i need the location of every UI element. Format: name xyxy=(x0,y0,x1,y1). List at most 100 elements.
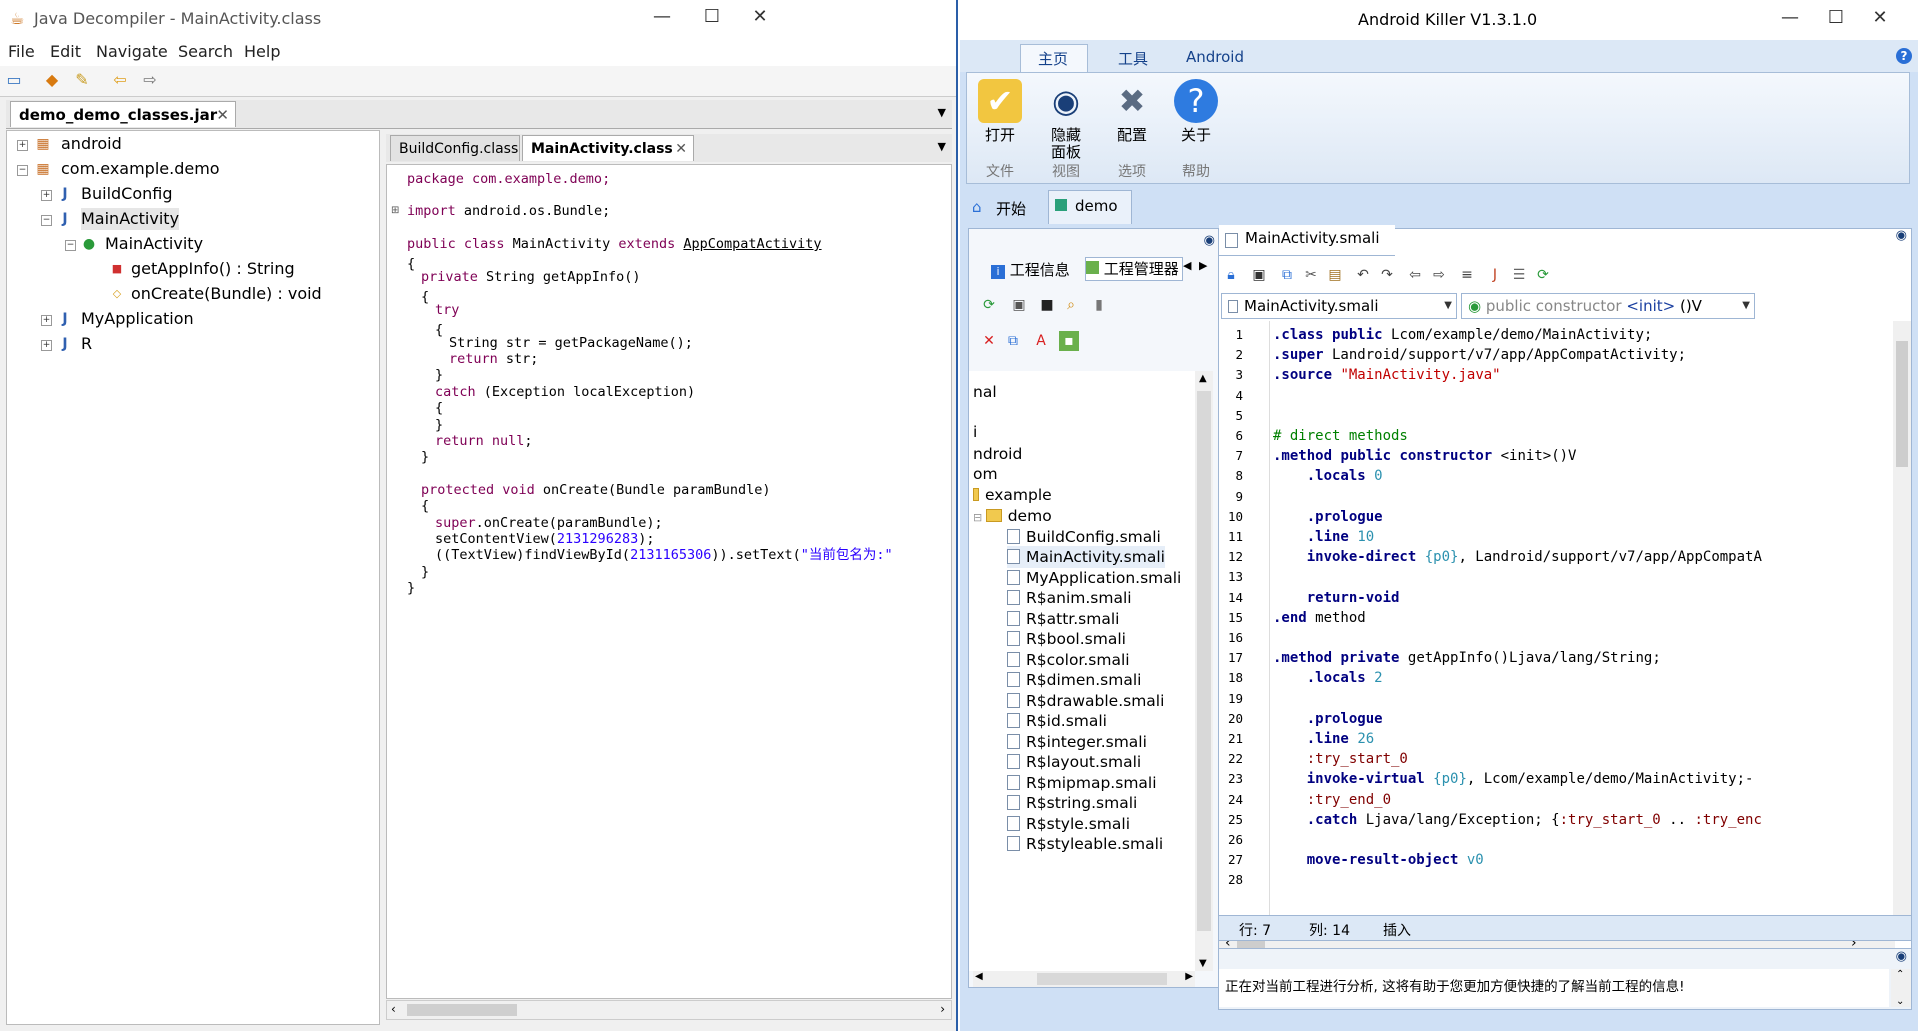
paste-icon[interactable]: ▤ xyxy=(1325,265,1345,285)
terminal-icon[interactable]: ■ xyxy=(1037,295,1057,315)
menu-search[interactable]: Search xyxy=(178,42,233,61)
expand-icon[interactable]: + xyxy=(41,190,52,201)
maximize-button[interactable]: ☐ xyxy=(692,6,732,27)
close-icon[interactable]: ✕ xyxy=(675,136,687,162)
tree-item[interactable]: ndroid xyxy=(973,443,1022,465)
class-combo[interactable]: MainActivity.smali ▼ xyxy=(1221,293,1457,319)
tree-node-package[interactable]: com.example.demo xyxy=(61,158,220,180)
tab-mainactivity[interactable]: MainActivity.class ✕ xyxy=(522,135,694,161)
text-file-icon[interactable]: A xyxy=(1031,331,1051,351)
scroll-down-icon[interactable]: ⌄ xyxy=(1896,996,1904,1007)
tree-file[interactable]: R$dimen.smali xyxy=(1007,669,1141,691)
scroll-thumb[interactable] xyxy=(1197,391,1211,931)
menu-edit[interactable]: Edit xyxy=(50,42,81,61)
android-build-icon[interactable]: ▪ xyxy=(1059,331,1079,351)
tree-file[interactable]: R$integer.smali xyxy=(1007,731,1147,753)
java-code-view[interactable]: package com.example.demo; ⊞ import andro… xyxy=(386,164,952,999)
tree-node-r[interactable]: R xyxy=(81,333,92,355)
expand-icon[interactable]: + xyxy=(17,140,28,151)
undo-icon[interactable]: ↶ xyxy=(1353,265,1373,285)
tree-file[interactable]: R$styleable.smali xyxy=(1007,833,1163,855)
forward-arrow-icon[interactable]: ⇨ xyxy=(1429,265,1449,285)
tree-file[interactable]: R$style.smali xyxy=(1007,813,1130,835)
tree-file[interactable]: R$attr.smali xyxy=(1007,608,1119,630)
scroll-thumb[interactable] xyxy=(1896,341,1908,467)
menu-navigate[interactable]: Navigate xyxy=(96,42,168,61)
vertical-scrollbar[interactable]: ⌃ ⌄ xyxy=(1891,969,1911,1007)
tree-file-selected[interactable]: MainActivity.smali xyxy=(1007,546,1165,568)
help-icon[interactable]: ? xyxy=(1896,48,1912,64)
editor-tab[interactable]: MainActivity.smali xyxy=(1219,225,1395,256)
project-info-tab[interactable]: i 工程信息 xyxy=(991,259,1070,280)
tree-node-method-oncreate[interactable]: onCreate(Bundle) : void xyxy=(131,283,322,305)
open-type-icon[interactable]: ◆ xyxy=(42,71,62,89)
about-button[interactable]: ? 关于 帮助 xyxy=(1165,77,1227,183)
lock-icon[interactable]: 🔒︎ xyxy=(1221,265,1241,285)
tree-node-mainactivity[interactable]: MainActivity xyxy=(81,208,180,230)
copy-icon[interactable]: ⧉ xyxy=(1277,265,1297,285)
scroll-up-icon[interactable]: ▲ xyxy=(1199,373,1207,384)
tab-scroll-left-icon[interactable]: ◀ xyxy=(1183,259,1191,272)
fold-icon[interactable]: ⊞ xyxy=(391,205,399,216)
tree-node-android[interactable]: android xyxy=(61,133,122,155)
tree-file[interactable]: MyApplication.smali xyxy=(1007,567,1181,589)
expand-icon[interactable]: + xyxy=(41,340,52,351)
vertical-scrollbar[interactable]: ▲ ▼ xyxy=(1195,371,1213,971)
config-button[interactable]: ✖ 配置 选项 xyxy=(1101,77,1163,183)
close-button[interactable]: ✕ xyxy=(1860,7,1900,28)
eye-icon[interactable]: ◉ xyxy=(1896,228,1907,243)
collapse-icon[interactable]: ⊟ xyxy=(973,511,986,524)
collapse-icon[interactable]: − xyxy=(65,240,76,251)
tree-file[interactable]: R$id.smali xyxy=(1007,710,1107,732)
minimize-button[interactable]: — xyxy=(642,6,682,27)
save-icon[interactable]: ▣ xyxy=(1249,265,1269,285)
open-file-icon[interactable]: ▭ xyxy=(4,71,24,89)
search-icon[interactable]: ✎ xyxy=(72,71,92,89)
run-icon[interactable]: ⟳ xyxy=(1533,265,1553,285)
tab-demo[interactable]: demo xyxy=(1048,190,1132,224)
vertical-scrollbar[interactable]: ⌄ xyxy=(1893,321,1911,935)
collapse-icon[interactable]: − xyxy=(41,215,52,226)
tab-buildconfig[interactable]: BuildConfig.class xyxy=(390,135,520,161)
smali-code-view[interactable]: 1 .class public Lcom/example/demo/MainAct… xyxy=(1219,321,1891,935)
scroll-thumb[interactable] xyxy=(1037,973,1167,985)
tab-jar[interactable]: demo_demo_classes.jar ✕ xyxy=(10,101,236,127)
back-arrow-icon[interactable]: ⇦ xyxy=(110,71,130,89)
tree-node-buildconfig[interactable]: BuildConfig xyxy=(81,183,173,205)
code-link[interactable]: AppCompatActivity xyxy=(683,236,821,252)
collapse-icon[interactable]: − xyxy=(17,165,28,176)
format-icon[interactable]: ≡ xyxy=(1457,265,1477,285)
delete-icon[interactable]: ✕ xyxy=(979,331,999,351)
redo-icon[interactable]: ↷ xyxy=(1377,265,1397,285)
scroll-down-icon[interactable]: ▼ xyxy=(1199,958,1207,969)
tree-file[interactable]: R$bool.smali xyxy=(1007,628,1126,650)
scroll-thumb[interactable] xyxy=(407,1004,517,1016)
rename-icon[interactable]: ⧉ xyxy=(1003,331,1023,351)
tree-file[interactable]: R$layout.smali xyxy=(1007,751,1141,773)
eye-icon[interactable]: ◉ xyxy=(1204,233,1215,248)
bookmark-icon[interactable]: ▮ xyxy=(1089,295,1109,315)
horizontal-scrollbar[interactable]: ‹ › xyxy=(386,1000,952,1020)
tree-folder-example[interactable]: example xyxy=(973,484,1052,506)
tree-file[interactable]: R$mipmap.smali xyxy=(1007,772,1157,794)
tab-menu-icon[interactable]: ▼ xyxy=(938,140,946,153)
tab-menu-icon[interactable]: ▼ xyxy=(938,106,946,119)
tree-file[interactable]: R$color.smali xyxy=(1007,649,1130,671)
tree-file[interactable]: R$string.smali xyxy=(1007,792,1137,814)
menu-help[interactable]: Help xyxy=(244,42,280,61)
menu-file[interactable]: File xyxy=(8,42,35,61)
maximize-button[interactable]: ☐ xyxy=(1816,7,1856,28)
tree-node-myapplication[interactable]: MyApplication xyxy=(81,308,194,330)
tab-scroll-right-icon[interactable]: ▶ xyxy=(1199,259,1207,272)
tree-file[interactable]: BuildConfig.smali xyxy=(1007,526,1161,548)
eye-icon[interactable]: ◉ xyxy=(1896,949,1907,964)
export-icon[interactable]: ▣ xyxy=(1009,295,1029,315)
align-icon[interactable]: ☰ xyxy=(1509,265,1529,285)
method-combo[interactable]: ◉ public constructor <init> ()V ▼ xyxy=(1461,293,1755,319)
refresh-icon[interactable]: ⟳ xyxy=(979,295,999,315)
open-button[interactable]: ✔ 打开 文件 xyxy=(969,77,1031,183)
expand-icon[interactable]: + xyxy=(41,315,52,326)
tree-node-method-getappinfo[interactable]: getAppInfo() : String xyxy=(131,258,295,280)
hide-panel-button[interactable]: ◉ 隐藏面板 视图 xyxy=(1035,77,1097,183)
find-icon[interactable]: ⌕ xyxy=(1061,295,1081,315)
